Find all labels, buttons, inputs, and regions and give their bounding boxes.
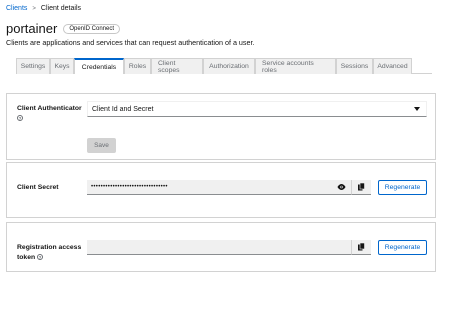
authenticator-card: Client Authenticator ? Client Id and Sec… xyxy=(6,93,436,160)
tab-bar: Settings Keys Credentials Roles Client s… xyxy=(16,58,432,74)
breadcrumb: Clients > Client details xyxy=(6,5,81,12)
copy-token-button[interactable] xyxy=(351,240,371,255)
tab-advanced[interactable]: Advanced xyxy=(373,58,412,74)
breadcrumb-clients-link[interactable]: Clients xyxy=(6,5,27,12)
copy-secret-button[interactable] xyxy=(351,180,371,195)
copy-icon xyxy=(358,243,365,251)
registration-token-card: Registration access token ? Regenerate xyxy=(6,222,436,272)
authenticator-select[interactable]: Client Id and Secret xyxy=(87,101,427,117)
tab-settings[interactable]: Settings xyxy=(16,58,50,74)
tab-roles[interactable]: Roles xyxy=(124,58,151,74)
tab-service-accounts-roles[interactable]: Service accounts roles xyxy=(255,58,336,74)
tab-sessions[interactable]: Sessions xyxy=(336,58,373,74)
breadcrumb-current: Client details xyxy=(40,5,81,12)
eye-icon xyxy=(337,184,345,190)
caret-down-icon xyxy=(414,107,420,111)
page-description: Clients are applications and services th… xyxy=(6,38,255,47)
client-secret-label: Client Secret xyxy=(17,184,59,191)
title-row: portainer OpenID Connect xyxy=(6,21,121,36)
help-icon[interactable]: ? xyxy=(17,115,23,121)
authenticator-label: Client Authenticator xyxy=(17,105,82,112)
show-secret-button[interactable] xyxy=(331,180,351,195)
tab-credentials[interactable]: Credentials xyxy=(74,58,124,74)
tab-keys[interactable]: Keys xyxy=(50,58,74,74)
authenticator-label-group: Client Authenticator ? xyxy=(17,104,82,124)
protocol-badge: OpenID Connect xyxy=(63,23,121,34)
tab-client-scopes[interactable]: Client scopes xyxy=(151,58,203,74)
client-secret-card: Client Secret ••••••••••••••••••••••••••… xyxy=(6,162,436,218)
regenerate-secret-button[interactable]: Regenerate xyxy=(378,180,427,195)
authenticator-value: Client Id and Secret xyxy=(92,105,154,113)
registration-label-group: Registration access token ? xyxy=(17,243,81,263)
registration-token-field[interactable] xyxy=(87,240,351,255)
help-icon[interactable]: ? xyxy=(37,254,44,260)
breadcrumb-separator: > xyxy=(32,5,36,12)
registration-label-line1: Registration access xyxy=(17,244,82,251)
page-title: portainer xyxy=(6,21,58,36)
client-secret-field[interactable]: •••••••••••••••••••••••••••••••• xyxy=(87,180,371,195)
save-button[interactable]: Save xyxy=(87,138,116,153)
registration-label-line2: token xyxy=(17,254,36,261)
copy-icon xyxy=(358,183,365,191)
regenerate-token-button[interactable]: Regenerate xyxy=(378,240,427,255)
tab-authorization[interactable]: Authorization xyxy=(203,58,255,74)
